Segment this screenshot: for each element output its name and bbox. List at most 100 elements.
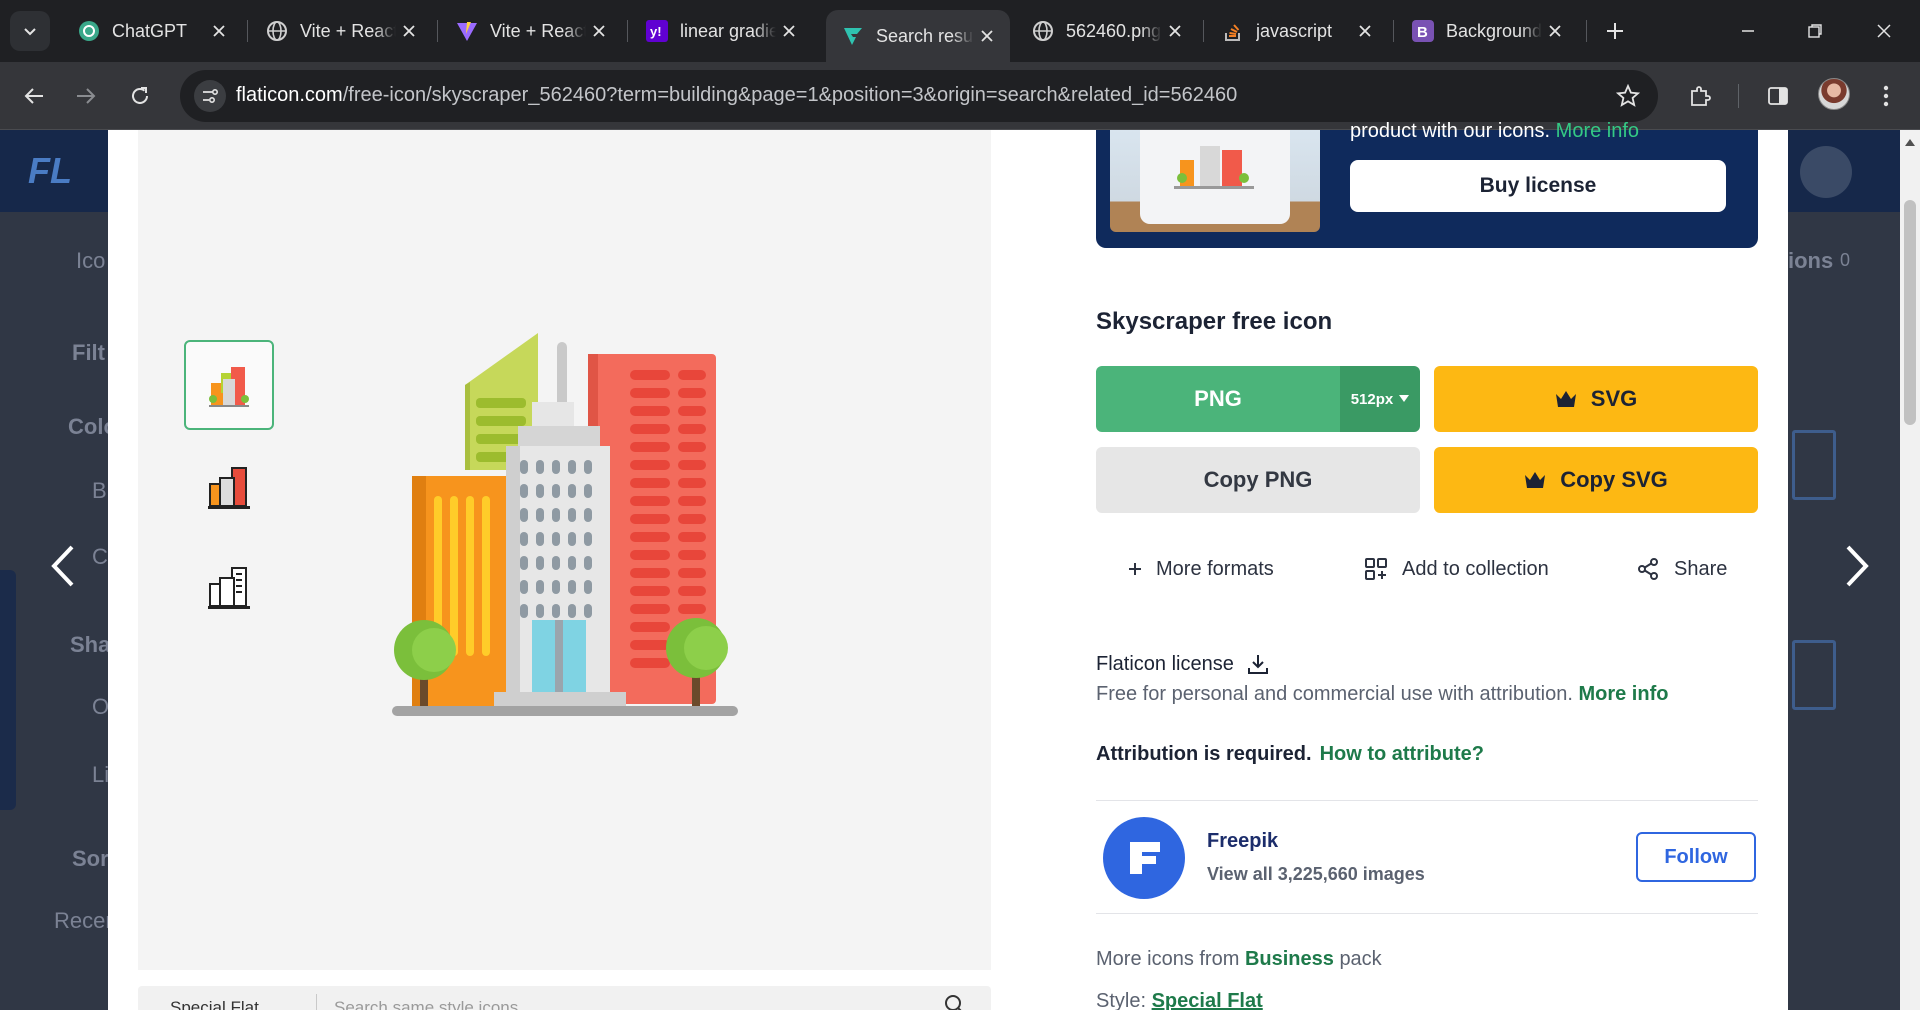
promo-more-info-link[interactable]: More info xyxy=(1556,120,1639,142)
download-icon[interactable] xyxy=(1246,652,1270,676)
png-size-value: 512px xyxy=(1350,390,1394,408)
attribution-text: Attribution is required. xyxy=(1096,743,1312,765)
background-text: C xyxy=(92,544,108,569)
license-desc-text: Free for personal and commercial use wit… xyxy=(1096,683,1573,705)
add-to-collection-button[interactable]: Add to collection xyxy=(1364,552,1549,586)
svg-text:B: B xyxy=(1417,24,1428,41)
how-to-attribute-link[interactable]: How to attribute? xyxy=(1320,743,1484,765)
close-icon[interactable] xyxy=(586,18,612,44)
scroll-up-icon[interactable] xyxy=(1905,138,1915,146)
tab-title: Vite + React xyxy=(300,20,396,41)
skyscraper-lineal-color-icon xyxy=(208,467,250,509)
tab-chatgpt[interactable]: ChatGPT xyxy=(62,10,242,52)
side-panel-icon[interactable] xyxy=(1758,76,1798,116)
url-text: flaticon.com/free-icon/skyscraper_562460… xyxy=(236,84,1237,107)
close-icon[interactable] xyxy=(206,18,232,44)
close-icon xyxy=(1877,24,1891,38)
close-icon[interactable] xyxy=(396,18,422,44)
thumbnail-color[interactable] xyxy=(184,340,274,430)
more-icons-prefix: More icons from xyxy=(1096,948,1240,970)
attribution-notice: Attribution is required. How to attribute… xyxy=(1096,743,1484,766)
same-style-search-input[interactable]: Search same style icons xyxy=(334,998,518,1010)
bootstrap-icon: B xyxy=(1412,20,1434,42)
skyscraper-lineal-icon xyxy=(208,567,250,609)
promo-text: product with our icons. More info xyxy=(1350,120,1639,143)
author-images-link[interactable]: View all 3,225,660 images xyxy=(1207,864,1425,885)
bookmark-star-icon[interactable] xyxy=(1614,82,1642,110)
search-icon[interactable] xyxy=(944,994,966,1010)
pack-link[interactable]: Business xyxy=(1245,948,1334,970)
thumbnail-lineal-color[interactable] xyxy=(184,442,274,532)
copy-svg-button[interactable]: Copy SVG xyxy=(1434,447,1758,513)
freepik-f-icon xyxy=(1130,842,1160,874)
tab-javascript[interactable]: javascript xyxy=(1206,10,1388,52)
background-text: ions xyxy=(1788,248,1834,273)
restore-icon xyxy=(1808,24,1822,38)
search-separator xyxy=(316,994,317,1010)
download-svg-button[interactable]: SVG xyxy=(1434,366,1758,432)
style-link[interactable]: Special Flat xyxy=(1152,990,1263,1010)
follow-button[interactable]: Follow xyxy=(1636,832,1756,882)
skyscraper-icon xyxy=(392,333,738,716)
next-icon-button[interactable] xyxy=(1832,536,1882,596)
close-icon[interactable] xyxy=(1162,18,1188,44)
tab-background[interactable]: B Background xyxy=(1396,10,1578,52)
tab-vite-react-2[interactable]: Vite + React xyxy=(440,10,622,52)
menu-kebab-icon[interactable] xyxy=(1866,76,1906,116)
more-formats-button[interactable]: More formats xyxy=(1128,552,1274,586)
plus-icon xyxy=(1129,563,1141,575)
globe-icon xyxy=(266,20,288,42)
png-size-dropdown[interactable]: 512px xyxy=(1340,366,1420,432)
new-tab-button[interactable] xyxy=(1597,13,1633,49)
chevron-right-icon xyxy=(1846,545,1869,587)
more-icons-suffix: pack xyxy=(1339,948,1382,970)
license-promo-card: product with our icons. More info Buy li… xyxy=(1096,120,1758,248)
close-icon[interactable] xyxy=(974,23,1000,49)
style-filter-label[interactable]: Special Flat xyxy=(170,998,259,1010)
background-text: B xyxy=(92,478,107,503)
svg-text:y!: y! xyxy=(650,24,662,39)
divider xyxy=(1096,913,1758,914)
background-text: Ico xyxy=(76,248,106,273)
address-bar[interactable]: flaticon.com/free-icon/skyscraper_562460… xyxy=(180,70,1658,122)
scrollbar-thumb[interactable] xyxy=(1904,200,1916,425)
back-button[interactable] xyxy=(12,74,56,118)
freepik-logo[interactable] xyxy=(1103,817,1185,899)
extensions-icon[interactable] xyxy=(1680,76,1720,116)
license-more-info-link[interactable]: More info xyxy=(1578,683,1668,705)
tab-linear-gradient[interactable]: y! linear gradient xyxy=(630,10,812,52)
background-text: Filt xyxy=(72,340,105,365)
background-text: Sor xyxy=(72,846,109,871)
previous-icon-button[interactable] xyxy=(38,536,88,596)
close-icon[interactable] xyxy=(776,18,802,44)
page-scrollbar[interactable] xyxy=(1900,130,1920,1010)
buy-license-button[interactable]: Buy license xyxy=(1350,160,1726,212)
share-button[interactable]: Share xyxy=(1636,552,1727,586)
profile-avatar[interactable] xyxy=(1818,78,1850,110)
thumbnail-lineal[interactable] xyxy=(184,542,274,632)
more-icons-from-pack: More icons from Business pack xyxy=(1096,948,1382,971)
minimize-button[interactable] xyxy=(1725,8,1771,54)
download-png-button[interactable]: PNG xyxy=(1096,366,1340,432)
minimize-icon xyxy=(1742,30,1754,32)
license-title-text: Flaticon license xyxy=(1096,652,1234,675)
tab-search-button[interactable] xyxy=(10,11,50,51)
reload-button[interactable] xyxy=(118,74,162,118)
arrow-left-icon xyxy=(24,88,43,104)
site-info-icon[interactable] xyxy=(194,80,226,112)
close-window-button[interactable] xyxy=(1861,8,1907,54)
author-name[interactable]: Freepik xyxy=(1207,830,1278,853)
promo-bag xyxy=(1140,130,1290,224)
forward-button[interactable] xyxy=(64,74,108,118)
style-label: Style: xyxy=(1096,990,1147,1010)
restore-button[interactable] xyxy=(1792,8,1838,54)
tab-562460-png[interactable]: 562460.png xyxy=(1016,10,1198,52)
chevron-down-icon xyxy=(24,28,36,36)
close-icon[interactable] xyxy=(1352,18,1378,44)
tab-search-results[interactable]: Search results xyxy=(826,10,1010,62)
background-text: O xyxy=(92,694,110,719)
close-icon[interactable] xyxy=(1542,18,1568,44)
icon-title: Skyscraper free icon xyxy=(1096,308,1333,335)
tab-vite-react-1[interactable]: Vite + React xyxy=(250,10,432,52)
copy-png-button[interactable]: Copy PNG xyxy=(1096,447,1420,513)
